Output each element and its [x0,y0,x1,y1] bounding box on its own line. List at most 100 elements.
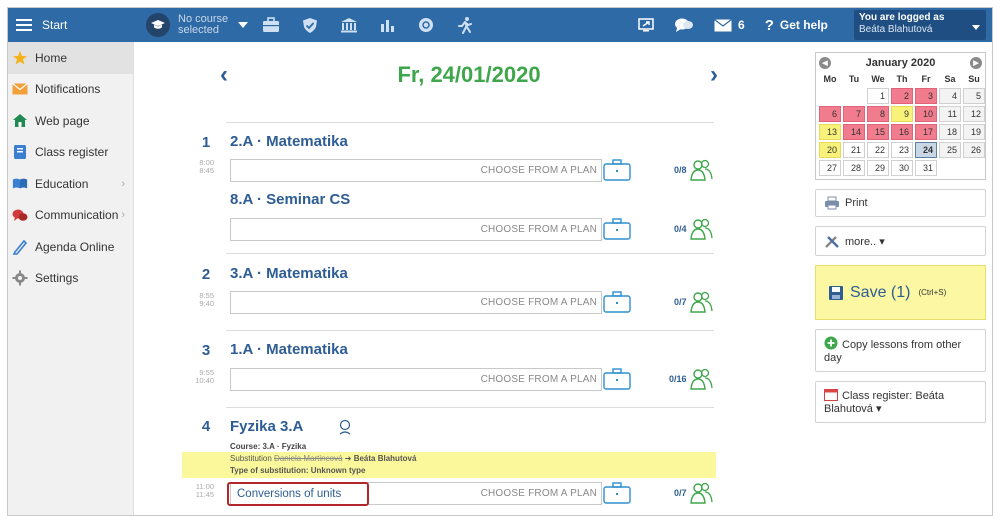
choose-from-plan-label[interactable]: CHOOSE FROM A PLAN [481,374,597,385]
sidebar-item-settings[interactable]: Settings [8,263,133,295]
calendar-day[interactable]: 8 [867,106,889,122]
calendar-day[interactable]: 6 [819,106,841,122]
start-menu-button[interactable]: Start [8,8,134,42]
students-icon [689,218,713,240]
copy-lessons-button[interactable]: Copy lessons from other day [815,329,986,372]
graduation-cap-icon [146,13,170,37]
choose-from-plan-label[interactable]: CHOOSE FROM A PLAN [481,297,597,308]
next-day-button[interactable]: › [710,60,718,90]
sidebar-item-web-page[interactable]: Web page [8,105,133,137]
calendar-day[interactable]: 18 [939,124,961,140]
calendar-day[interactable]: 12 [963,106,985,122]
calendar-day[interactable]: 25 [939,142,961,158]
save-shortcut: (Ctrl+S) [918,288,947,297]
attendance-indicator[interactable]: 0/4 [674,218,713,240]
calendar-day[interactable]: 2 [891,88,913,104]
briefcase-icon[interactable] [602,158,632,182]
calendar-day[interactable]: 9 [891,106,913,122]
more-button[interactable]: more.. ▾ [815,226,986,256]
attendance-indicator[interactable]: 0/8 [674,159,713,181]
chat-button[interactable] [674,17,694,33]
sidebar-item-class-register[interactable]: Class register [8,137,133,169]
calendar-day[interactable]: 31 [915,160,937,176]
lesson-topic-input[interactable]: CHOOSE FROM A PLAN [230,159,602,182]
attendance-indicator[interactable]: 0/7 [674,482,713,504]
briefcase-icon[interactable] [602,481,632,505]
calendar-day[interactable]: 20 [819,142,841,158]
sidebar-item-home[interactable]: Home [8,42,133,74]
get-help-button[interactable]: ? Get help [765,17,828,34]
hour-number: 2 [201,266,211,283]
calendar-day[interactable]: 15 [867,124,889,140]
calendar-day[interactable]: 11 [939,106,961,122]
lesson-topic-input[interactable]: CHOOSE FROM A PLAN [230,368,602,391]
calendar-day[interactable]: 30 [891,160,913,176]
class-register-label: Class register: Beáta Blahutová ▾ [824,390,945,415]
attendance-indicator[interactable]: 0/7 [674,291,713,313]
calendar-empty-cell [819,88,841,104]
briefcase-icon[interactable] [262,17,280,33]
briefcase-icon[interactable] [602,217,632,241]
hour-time: 8:55 9:40 [188,292,214,308]
substitute-person-icon [338,419,352,438]
sidebar-item-education[interactable]: Education › [8,168,133,200]
hour-time-to: 9:40 [199,299,214,308]
calendar-day[interactable]: 14 [843,124,865,140]
messages-button[interactable]: 6 [714,18,745,32]
calendar-day[interactable]: 28 [843,160,865,176]
bar-chart-icon[interactable] [380,18,396,32]
calendar-day[interactable]: 4 [939,88,961,104]
user-menu[interactable]: You are logged as Beáta Blahutová [854,10,986,40]
calendar-day[interactable]: 22 [867,142,889,158]
choose-from-plan-label[interactable]: CHOOSE FROM A PLAN [481,165,597,176]
calendar-day[interactable]: 26 [963,142,985,158]
calendar-day[interactable]: 21 [843,142,865,158]
briefcase-icon[interactable] [602,367,632,391]
course-selector-text: No course selected [178,14,228,36]
lesson-title[interactable]: 3.A · Matematika [230,265,348,282]
calendar-day[interactable]: 13 [819,124,841,140]
next-month-button[interactable]: ▶ [970,57,982,69]
lesson-topic-input[interactable]: CHOOSE FROM A PLAN [230,218,602,241]
calendar-day[interactable]: 10 [915,106,937,122]
choose-from-plan-label[interactable]: CHOOSE FROM A PLAN [481,488,597,499]
institution-icon[interactable] [340,17,358,33]
calendar-day[interactable]: 16 [891,124,913,140]
sidebar-item-notifications[interactable]: Notifications [8,74,133,106]
calendar-weekday-label: Th [896,74,908,84]
running-person-icon[interactable] [456,16,474,34]
calendar-weekday-label: Sa [944,74,956,84]
shield-icon[interactable] [302,17,318,34]
calendar-day[interactable]: 3 [915,88,937,104]
page-title: Fr, 24/01/2020 [397,62,541,87]
calendar-day-today[interactable]: 24 [915,142,937,158]
lesson-title[interactable]: 2.A · Matematika [230,133,348,150]
calendar-day[interactable]: 5 [963,88,985,104]
divider [226,253,714,254]
lesson-title[interactable]: 1.A · Matematika [230,341,348,358]
screen-share-button[interactable] [638,18,654,32]
calendar-day[interactable]: 23 [891,142,913,158]
previous-month-button[interactable]: ◀ [819,57,831,69]
attendance-count: 0/4 [674,224,687,234]
calendar-day[interactable]: 17 [915,124,937,140]
sidebar-item-communication[interactable]: Communication › [8,200,133,232]
calendar-day[interactable]: 27 [819,160,841,176]
save-button[interactable]: Save (1) (Ctrl+S) [815,265,986,320]
calendar-day[interactable]: 1 [867,88,889,104]
calendar-day[interactable]: 29 [867,160,889,176]
calendar-day[interactable]: 19 [963,124,985,140]
print-button[interactable]: Print [815,189,986,217]
class-register-selector[interactable]: Class register: Beáta Blahutová ▾ [815,381,986,423]
choose-from-plan-label[interactable]: CHOOSE FROM A PLAN [481,224,597,235]
attendance-indicator[interactable]: 0/16 [669,368,713,390]
calendar-day[interactable]: 7 [843,106,865,122]
course-selector[interactable]: No course selected [146,8,249,42]
at-sign-icon[interactable] [418,17,434,33]
lesson-topic-input[interactable]: CHOOSE FROM A PLAN [230,291,602,314]
sidebar-item-agenda-online[interactable]: Agenda Online [8,231,133,263]
briefcase-icon[interactable] [602,290,632,314]
calendar-empty-cell [963,160,985,176]
lesson-title[interactable]: Fyzika 3.A [230,418,303,435]
lesson-title[interactable]: 8.A · Seminar CS [230,191,350,208]
